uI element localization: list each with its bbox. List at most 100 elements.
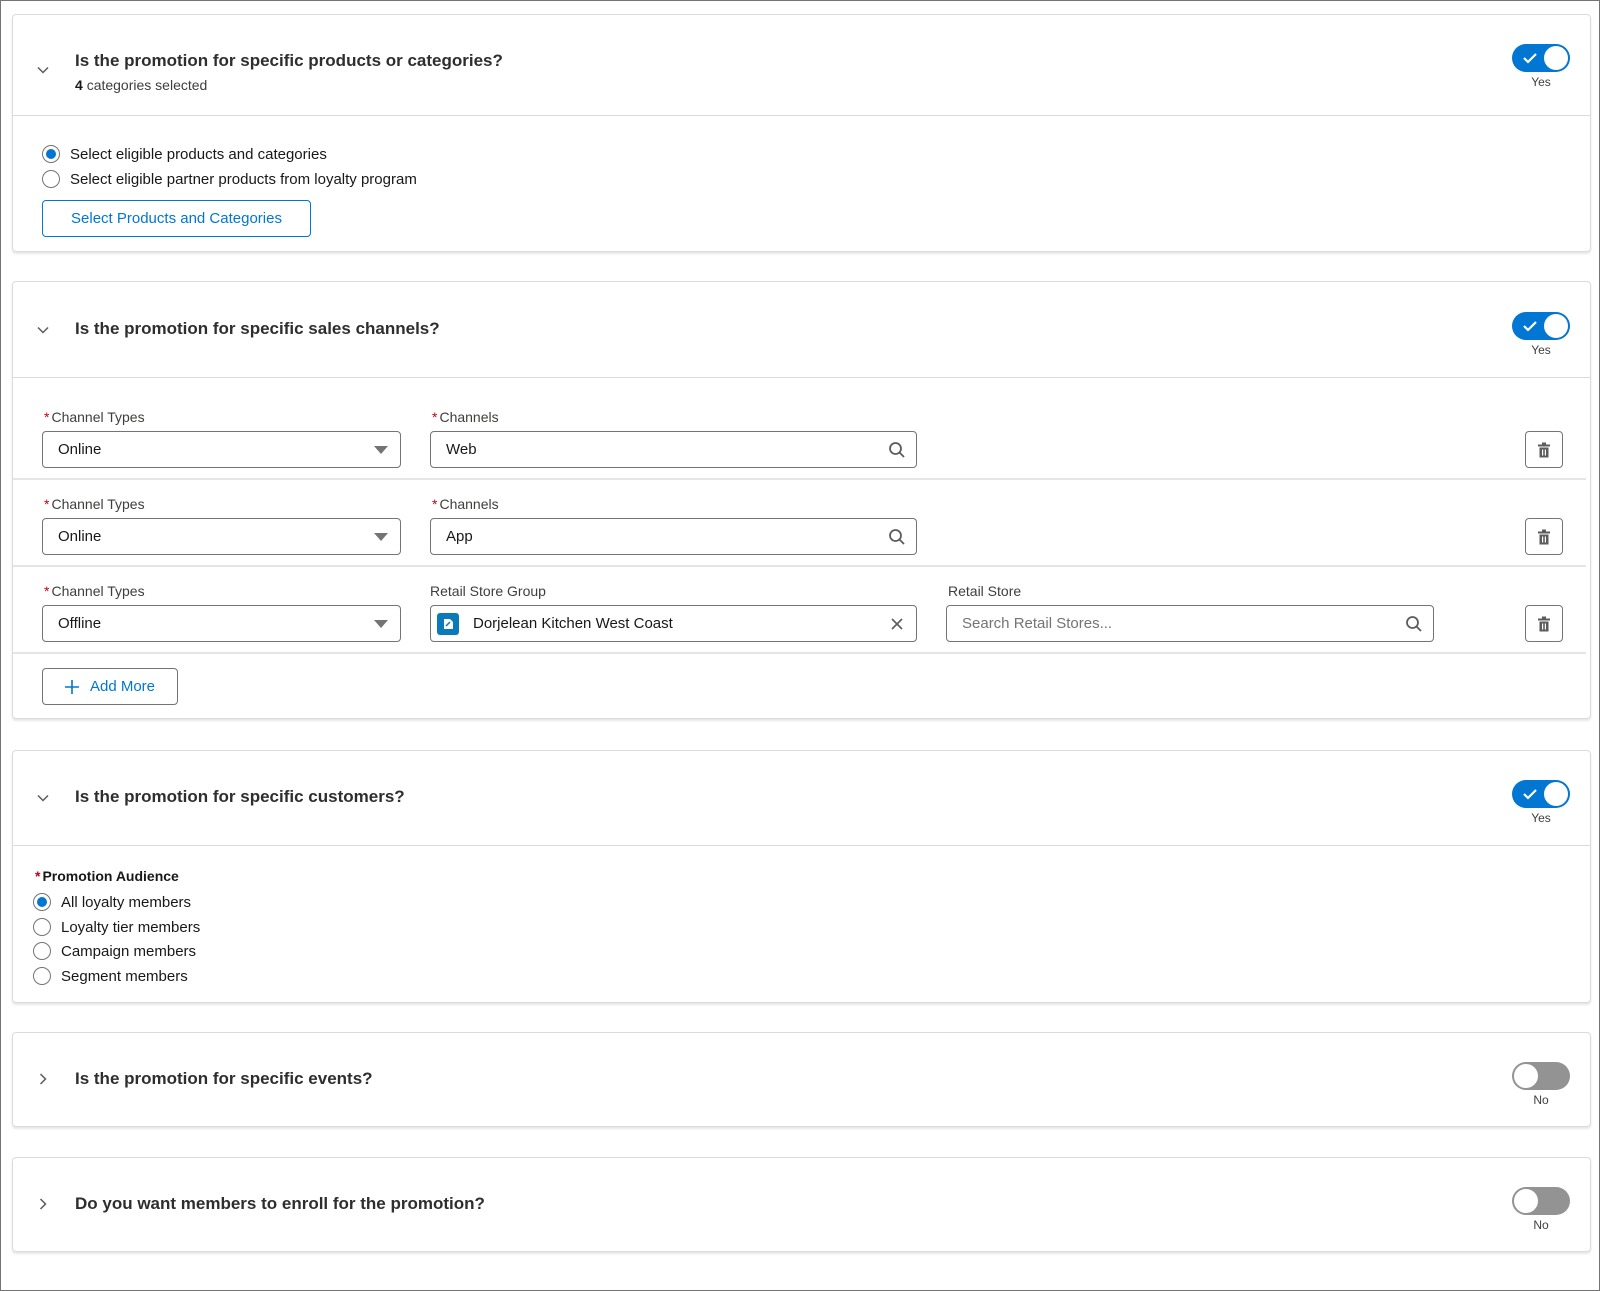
radio-campaign-members[interactable]: Campaign members <box>33 942 196 960</box>
channel-types-label: * Channel Types <box>44 409 145 425</box>
section-customers: Is the promotion for specific customers?… <box>12 750 1591 1003</box>
toggle-label: Yes <box>1531 811 1551 825</box>
radio-loyalty-tier-members[interactable]: Loyalty tier members <box>33 918 200 936</box>
section-title: Do you want members to enroll for the pr… <box>75 1194 485 1213</box>
toggle-switch[interactable] <box>1512 312 1570 340</box>
toggle-label: No <box>1533 1218 1549 1232</box>
channel-types-select[interactable]: Online <box>42 518 401 555</box>
toggle-switch[interactable] <box>1512 780 1570 808</box>
retail-store-group-label: Retail Store Group <box>430 583 546 599</box>
select-products-button[interactable]: Select Products and Categories <box>42 200 311 237</box>
retail-store-search-input[interactable]: Search Retail Stores... <box>946 605 1434 642</box>
section-title: Is the promotion for specific customers? <box>75 787 405 806</box>
radio-button[interactable] <box>42 145 60 163</box>
radio-button[interactable] <box>33 918 51 936</box>
section-sales-channels: Is the promotion for specific sales chan… <box>12 281 1591 719</box>
search-icon <box>889 442 905 458</box>
toggle-label: Yes <box>1531 75 1551 89</box>
section-enrollment: Do you want members to enroll for the pr… <box>12 1157 1591 1252</box>
section-title: Is the promotion for specific sales chan… <box>75 319 440 338</box>
search-icon <box>889 529 905 545</box>
trash-icon <box>1538 442 1550 457</box>
chevron-down-icon[interactable] <box>35 62 51 78</box>
section-header[interactable]: Is the promotion for specific products o… <box>13 15 1590 116</box>
toggle-knob <box>1544 782 1568 806</box>
section-title: Is the promotion for specific events? <box>75 1069 373 1088</box>
toggle-knob <box>1544 314 1568 338</box>
channel-types-label: * Channel Types <box>44 496 145 512</box>
required-asterisk: * <box>44 583 50 599</box>
channel-types-label: * Channel Types <box>44 583 145 599</box>
required-asterisk: * <box>44 496 50 512</box>
toggle-knob <box>1514 1189 1538 1213</box>
check-icon <box>1523 789 1537 800</box>
channels-label: * Channels <box>432 409 499 425</box>
chevron-down-icon[interactable] <box>35 790 51 806</box>
plus-icon <box>64 679 79 694</box>
radio-label: Segment members <box>61 967 188 985</box>
toggle-sales-channels[interactable]: Yes <box>1512 312 1570 357</box>
toggle-enrollment[interactable]: No <box>1512 1187 1570 1232</box>
check-icon <box>1523 321 1537 332</box>
add-more-button[interactable]: Add More <box>42 668 178 705</box>
row-divider <box>13 652 1586 654</box>
promotion-audience-label: * Promotion Audience <box>35 868 179 884</box>
required-asterisk: * <box>44 409 50 425</box>
section-products-categories: Is the promotion for specific products o… <box>12 14 1591 252</box>
section-title: Is the promotion for specific products o… <box>75 51 503 70</box>
channels-input[interactable]: Web <box>430 431 917 468</box>
channels-input[interactable]: App <box>430 518 917 555</box>
channel-types-select[interactable]: Offline <box>42 605 401 642</box>
selected-count: 4 <box>75 77 83 93</box>
radio-label: Select eligible partner products from lo… <box>70 170 417 188</box>
toggle-label: No <box>1533 1093 1549 1107</box>
section-header[interactable]: Do you want members to enroll for the pr… <box>13 1158 1590 1251</box>
section-events: Is the promotion for specific events? No <box>12 1032 1591 1127</box>
radio-button[interactable] <box>33 942 51 960</box>
chevron-right-icon[interactable] <box>35 1196 51 1212</box>
dropdown-caret-icon <box>374 620 388 628</box>
row-divider <box>13 478 1586 480</box>
section-subtitle: 4 categories selected <box>75 77 207 93</box>
radio-label: Select eligible products and categories <box>70 145 327 163</box>
trash-icon <box>1538 616 1550 631</box>
required-asterisk: * <box>432 496 438 512</box>
required-asterisk: * <box>35 868 41 884</box>
section-header[interactable]: Is the promotion for specific events? No <box>13 1033 1590 1126</box>
chevron-right-icon[interactable] <box>35 1071 51 1087</box>
toggle-switch[interactable] <box>1512 44 1570 72</box>
toggle-switch[interactable] <box>1512 1062 1570 1090</box>
section-header[interactable]: Is the promotion for specific customers?… <box>13 751 1590 846</box>
clear-selection-icon[interactable] <box>888 615 906 633</box>
retail-store-label: Retail Store <box>948 583 1022 599</box>
radio-partner-products[interactable]: Select eligible partner products from lo… <box>42 170 417 188</box>
chevron-down-icon[interactable] <box>35 322 51 338</box>
search-icon <box>1406 616 1422 632</box>
toggle-knob <box>1544 46 1568 70</box>
toggle-switch[interactable] <box>1512 1187 1570 1215</box>
store-group-icon <box>437 612 459 635</box>
radio-button[interactable] <box>33 967 51 985</box>
required-asterisk: * <box>432 409 438 425</box>
section-header[interactable]: Is the promotion for specific sales chan… <box>13 282 1590 378</box>
toggle-events[interactable]: No <box>1512 1062 1570 1107</box>
toggle-customers[interactable]: Yes <box>1512 780 1570 825</box>
selected-count-text: categories selected <box>86 77 208 93</box>
delete-row-button[interactable] <box>1525 518 1563 555</box>
toggle-products[interactable]: Yes <box>1512 44 1570 89</box>
radio-all-loyalty-members[interactable]: All loyalty members <box>33 893 191 911</box>
check-icon <box>1523 53 1537 64</box>
radio-button[interactable] <box>42 170 60 188</box>
delete-row-button[interactable] <box>1525 605 1563 642</box>
radio-segment-members[interactable]: Segment members <box>33 967 188 985</box>
channel-types-select[interactable]: Online <box>42 431 401 468</box>
radio-label: Loyalty tier members <box>61 918 201 936</box>
radio-button[interactable] <box>33 893 51 911</box>
dropdown-caret-icon <box>374 446 388 454</box>
toggle-knob <box>1514 1064 1538 1088</box>
delete-row-button[interactable] <box>1525 431 1563 468</box>
dropdown-caret-icon <box>374 533 388 541</box>
radio-eligible-products[interactable]: Select eligible products and categories <box>42 145 327 163</box>
channels-label: * Channels <box>432 496 499 512</box>
retail-store-group-lookup[interactable]: Dorjelean Kitchen West Coast <box>430 605 917 642</box>
